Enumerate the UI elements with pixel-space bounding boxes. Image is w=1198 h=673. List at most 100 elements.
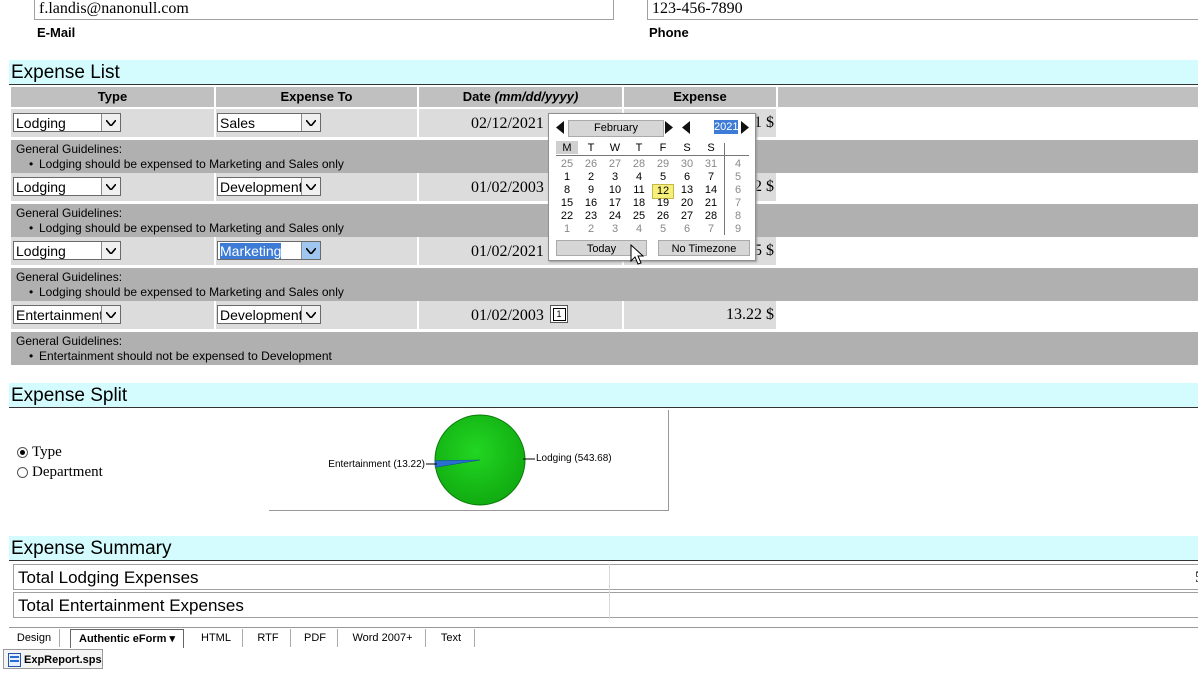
calendar-day[interactable]: 30 <box>676 158 698 171</box>
type-select[interactable]: Lodging <box>13 177 121 196</box>
dropdown-arrow-icon[interactable]: ▾ <box>169 633 175 645</box>
calendar-day[interactable]: 7 <box>700 223 722 236</box>
dow-mon: M <box>562 142 572 154</box>
calendar-day[interactable]: 2 <box>580 223 602 236</box>
calendar-day[interactable]: 22 <box>556 210 578 223</box>
tab-text[interactable]: Text <box>428 629 475 647</box>
calendar-day[interactable]: 28 <box>700 210 722 223</box>
calendar-day[interactable]: 9 <box>580 184 602 197</box>
calendar-day[interactable]: 5 <box>652 223 674 236</box>
calendar-day[interactable]: 29 <box>652 158 674 171</box>
prev-month-icon[interactable] <box>556 121 566 134</box>
tab-word[interactable]: Word 2007+ <box>340 629 426 647</box>
calendar-day[interactable]: 10 <box>604 184 626 197</box>
email-field[interactable]: f.landis@nanonull.com <box>34 0 614 20</box>
type-select[interactable]: Entertainment <box>13 305 121 324</box>
tab-design[interactable]: Design <box>9 629 60 647</box>
date-field[interactable]: 02/12/2021 <box>471 115 544 133</box>
calendar-button[interactable]: 1 <box>550 305 568 323</box>
chevron-down-icon[interactable] <box>101 114 120 131</box>
date-field[interactable]: 01/02/2003 <box>471 307 544 325</box>
expense-amount[interactable]: 13.22 $ <box>700 306 774 324</box>
calendar-day[interactable]: 16 <box>580 197 602 210</box>
calendar-day[interactable]: 19 <box>652 197 674 210</box>
expense-to-select[interactable]: Sales <box>217 113 321 132</box>
calendar-day[interactable]: 1 <box>556 171 578 184</box>
week-number: 5 <box>734 171 742 183</box>
department-radio[interactable] <box>17 467 28 478</box>
chevron-down-icon[interactable] <box>301 114 320 131</box>
pie-chart: Lodging (543.68) Entertainment (13.22) <box>328 414 612 506</box>
week-number: 4 <box>734 158 742 170</box>
prev-year-icon[interactable] <box>682 121 692 134</box>
type-select[interactable]: Lodging <box>13 113 121 132</box>
expense-to-select[interactable]: Development <box>217 305 321 324</box>
calendar-day[interactable]: 28 <box>628 158 650 171</box>
calendar-day[interactable]: 8 <box>556 184 578 197</box>
chevron-down-icon[interactable] <box>101 306 120 323</box>
calendar-day[interactable]: 7 <box>700 171 722 184</box>
expense-summary-title: Expense Summary <box>9 536 1198 561</box>
no-timezone-button[interactable]: No Timezone <box>658 240 750 256</box>
calendar-day[interactable]: 26 <box>652 210 674 223</box>
divider <box>556 155 749 156</box>
date-field[interactable]: 01/02/2003 <box>471 179 544 197</box>
expense-to-select[interactable]: Development <box>217 177 321 196</box>
file-tab[interactable]: ExpReport.sps <box>3 649 103 669</box>
calendar-day[interactable]: 20 <box>676 197 698 210</box>
next-year-icon[interactable] <box>741 121 751 134</box>
calendar-day[interactable]: 4 <box>628 171 650 184</box>
type-radio[interactable] <box>17 447 28 458</box>
tab-rtf[interactable]: RTF <box>246 629 291 647</box>
calendar-day[interactable]: 13 <box>676 184 698 197</box>
calendar-day[interactable]: 31 <box>700 158 722 171</box>
dow-sat: S <box>683 142 691 154</box>
calendar-day[interactable]: 1 <box>556 223 578 236</box>
calendar-day[interactable]: 25 <box>556 158 578 171</box>
calendar-day[interactable]: 26 <box>580 158 602 171</box>
pie-label-entertainment: Entertainment (13.22) <box>328 459 425 470</box>
calendar-day[interactable]: 27 <box>604 158 626 171</box>
calendar-day[interactable]: 3 <box>604 223 626 236</box>
tab-authentic-eform[interactable]: Authentic eForm ▾ <box>70 629 184 648</box>
month-dropdown[interactable]: February <box>568 120 664 137</box>
chevron-down-icon[interactable] <box>101 242 120 259</box>
calendar-day[interactable]: 23 <box>580 210 602 223</box>
calendar-day[interactable]: 24 <box>604 210 626 223</box>
calendar-day[interactable]: 3 <box>604 171 626 184</box>
calendar-day[interactable]: 5 <box>652 171 674 184</box>
calendar-day[interactable]: 25 <box>628 210 650 223</box>
chevron-down-icon[interactable] <box>301 242 320 259</box>
calendar-day[interactable]: 21 <box>700 197 722 210</box>
calendar-day[interactable]: 2 <box>580 171 602 184</box>
tab-pdf[interactable]: PDF <box>293 629 338 647</box>
chevron-down-icon[interactable] <box>301 178 320 195</box>
tab-html[interactable]: HTML <box>190 629 243 647</box>
calendar-day[interactable]: 6 <box>676 171 698 184</box>
calendar-day[interactable]: 18 <box>628 197 650 210</box>
date-field[interactable]: 01/02/2021 <box>471 243 544 261</box>
dow-wed: W <box>609 142 621 154</box>
phone-field[interactable]: 123-456-7890 <box>647 0 1198 20</box>
chevron-down-icon[interactable] <box>301 306 320 323</box>
calendar-day[interactable]: 15 <box>556 197 578 210</box>
type-select[interactable]: Lodging <box>13 241 121 260</box>
dow-tue: T <box>587 142 595 154</box>
calendar-day[interactable]: 11 <box>628 184 650 197</box>
year-field[interactable]: 2021 <box>714 120 738 134</box>
expense-split-title: Expense Split <box>9 383 1198 408</box>
col-header-date: Date (mm/dd/yyyy) <box>419 87 622 107</box>
expense-to-select[interactable]: Marketing <box>217 241 321 260</box>
week-number: 7 <box>734 197 742 209</box>
calendar-day[interactable]: 6 <box>676 223 698 236</box>
calendar-day[interactable]: 17 <box>604 197 626 210</box>
dow-fri: F <box>659 142 667 154</box>
chevron-down-icon[interactable] <box>101 178 120 195</box>
calendar-day[interactable]: 14 <box>700 184 722 197</box>
view-tab-bar <box>9 627 1198 648</box>
guideline-box: General Guidelines: • Lodging should be ex… <box>11 268 1198 301</box>
next-month-icon[interactable] <box>665 121 675 134</box>
dow-thu: T <box>635 142 643 154</box>
calendar-day[interactable]: 27 <box>676 210 698 223</box>
calendar-day[interactable]: 4 <box>628 223 650 236</box>
